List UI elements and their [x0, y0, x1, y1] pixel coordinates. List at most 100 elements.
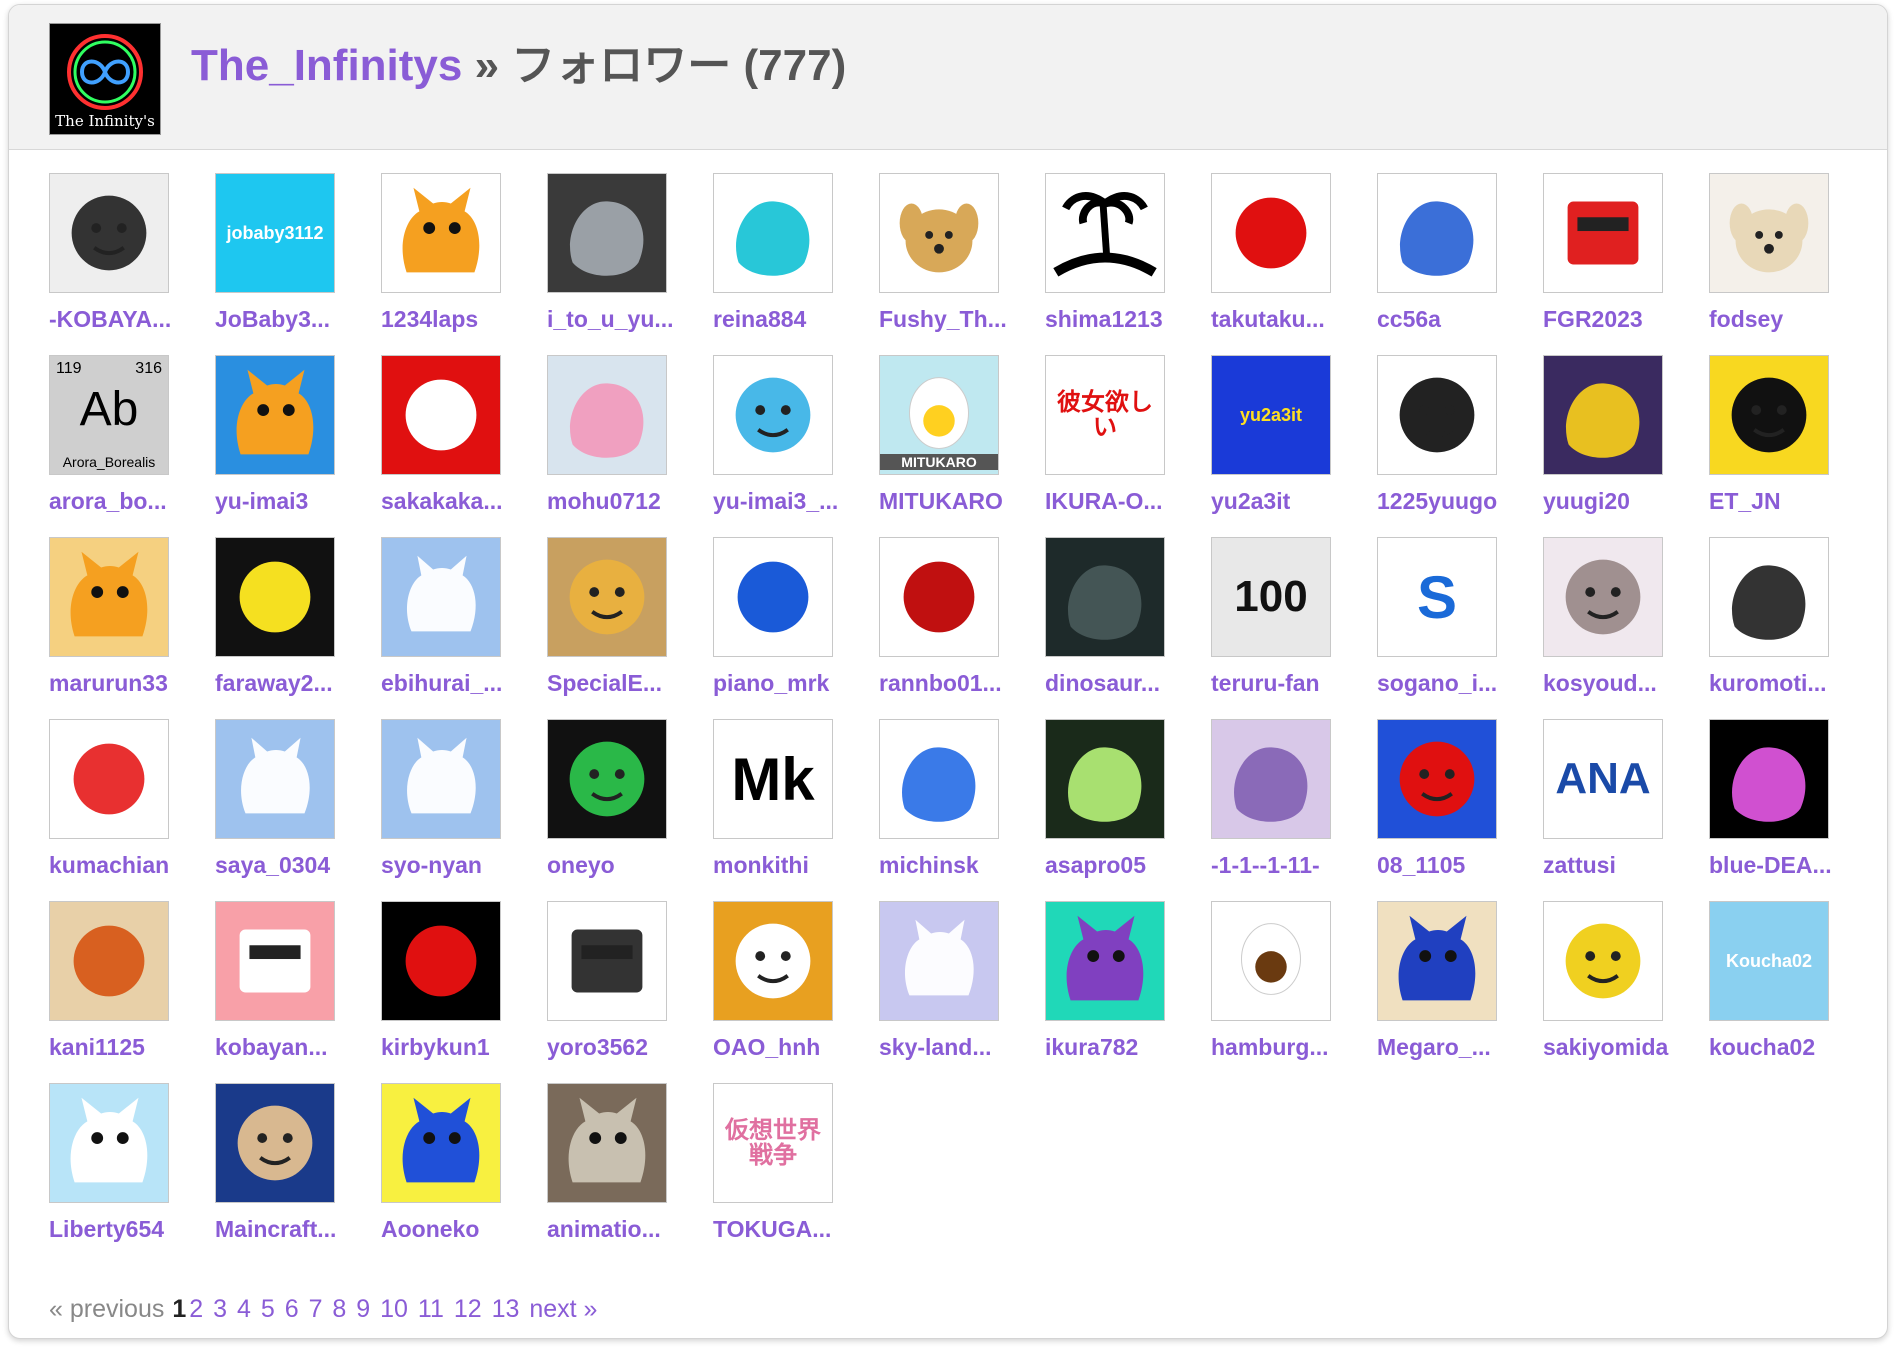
follower-username-link[interactable]: animatio...	[547, 1216, 707, 1243]
follower-username-link[interactable]: -1-1--1-11-	[1211, 852, 1371, 879]
follower-avatar[interactable]	[879, 719, 999, 839]
follower-avatar[interactable]	[547, 537, 667, 657]
follower-avatar[interactable]: 100	[1211, 537, 1331, 657]
follower-avatar[interactable]	[215, 719, 335, 839]
page-link[interactable]: 12	[454, 1295, 482, 1323]
follower-avatar[interactable]	[381, 537, 501, 657]
follower-avatar[interactable]	[1045, 719, 1165, 839]
follower-username-link[interactable]: shima1213	[1045, 306, 1205, 333]
follower-avatar[interactable]	[381, 719, 501, 839]
page-link[interactable]: 6	[285, 1295, 299, 1323]
page-link[interactable]: 13	[492, 1295, 520, 1323]
follower-username-link[interactable]: Fushy_Th...	[879, 306, 1039, 333]
follower-username-link[interactable]: arora_bo...	[49, 488, 209, 515]
follower-username-link[interactable]: kuromoti...	[1709, 670, 1869, 697]
follower-username-link[interactable]: takutaku...	[1211, 306, 1371, 333]
follower-avatar[interactable]	[879, 901, 999, 1021]
follower-username-link[interactable]: 08_1105	[1377, 852, 1537, 879]
follower-avatar[interactable]	[49, 901, 169, 1021]
follower-username-link[interactable]: i_to_u_yu...	[547, 306, 707, 333]
follower-username-link[interactable]: yu-imai3_...	[713, 488, 873, 515]
follower-username-link[interactable]: kobayan...	[215, 1034, 375, 1061]
follower-username-link[interactable]: reina884	[713, 306, 873, 333]
follower-username-link[interactable]: Megaro_...	[1377, 1034, 1537, 1061]
follower-avatar[interactable]	[215, 1083, 335, 1203]
follower-avatar[interactable]	[879, 537, 999, 657]
page-link[interactable]: 11	[418, 1295, 444, 1323]
follower-username-link[interactable]: sky-land...	[879, 1034, 1039, 1061]
page-link[interactable]: 8	[332, 1295, 346, 1323]
follower-avatar[interactable]	[713, 173, 833, 293]
follower-username-link[interactable]: michinsk	[879, 852, 1039, 879]
follower-avatar[interactable]	[1709, 355, 1829, 475]
follower-username-link[interactable]: kosyoud...	[1543, 670, 1703, 697]
follower-avatar[interactable]	[547, 901, 667, 1021]
follower-username-link[interactable]: 1225yuugo	[1377, 488, 1537, 515]
follower-username-link[interactable]: JoBaby3...	[215, 306, 375, 333]
follower-username-link[interactable]: SpecialE...	[547, 670, 707, 697]
follower-avatar[interactable]	[547, 719, 667, 839]
follower-username-link[interactable]: zattusi	[1543, 852, 1703, 879]
follower-username-link[interactable]: ebihurai_...	[381, 670, 541, 697]
follower-avatar[interactable]: Koucha02	[1709, 901, 1829, 1021]
follower-avatar[interactable]	[49, 1083, 169, 1203]
follower-username-link[interactable]: kumachian	[49, 852, 209, 879]
follower-username-link[interactable]: rannbo01...	[879, 670, 1039, 697]
user-avatar[interactable]: The Infinity's	[49, 23, 161, 135]
follower-avatar[interactable]	[1211, 173, 1331, 293]
follower-username-link[interactable]: sakakaka...	[381, 488, 541, 515]
follower-username-link[interactable]: hamburg...	[1211, 1034, 1371, 1061]
follower-avatar[interactable]: 119 316 Ab Arora_Borealis	[49, 355, 169, 475]
follower-username-link[interactable]: 1234laps	[381, 306, 541, 333]
follower-avatar[interactable]: 彼女欲しい	[1045, 355, 1165, 475]
follower-avatar[interactable]	[1211, 901, 1331, 1021]
follower-avatar[interactable]: jobaby3112	[215, 173, 335, 293]
follower-username-link[interactable]: blue-DEA...	[1709, 852, 1869, 879]
follower-username-link[interactable]: kirbykun1	[381, 1034, 541, 1061]
page-link[interactable]: 4	[237, 1295, 251, 1323]
follower-avatar[interactable]	[49, 173, 169, 293]
follower-username-link[interactable]: yu-imai3	[215, 488, 375, 515]
follower-avatar[interactable]	[1377, 901, 1497, 1021]
follower-username-link[interactable]: MITUKARO	[879, 488, 1039, 515]
follower-avatar[interactable]	[713, 355, 833, 475]
page-link[interactable]: 3	[213, 1295, 227, 1323]
page-link[interactable]: 9	[356, 1295, 370, 1323]
follower-username-link[interactable]: yu2a3it	[1211, 488, 1371, 515]
username-link[interactable]: The_Infinitys	[191, 41, 462, 90]
follower-username-link[interactable]: mohu0712	[547, 488, 707, 515]
follower-username-link[interactable]: Aooneko	[381, 1216, 541, 1243]
follower-avatar[interactable]	[1543, 537, 1663, 657]
follower-avatar[interactable]	[381, 173, 501, 293]
follower-avatar[interactable]	[1543, 355, 1663, 475]
follower-username-link[interactable]: faraway2...	[215, 670, 375, 697]
follower-username-link[interactable]: marurun33	[49, 670, 209, 697]
follower-avatar[interactable]	[215, 901, 335, 1021]
follower-avatar[interactable]	[381, 901, 501, 1021]
follower-username-link[interactable]: ET_JN	[1709, 488, 1869, 515]
follower-avatar[interactable]	[1045, 173, 1165, 293]
follower-avatar[interactable]: MITUKARO	[879, 355, 999, 475]
follower-avatar[interactable]	[1211, 719, 1331, 839]
follower-avatar[interactable]	[49, 537, 169, 657]
follower-avatar[interactable]	[1045, 537, 1165, 657]
follower-username-link[interactable]: Maincraft...	[215, 1216, 375, 1243]
follower-username-link[interactable]: piano_mrk	[713, 670, 873, 697]
follower-username-link[interactable]: yuugi20	[1543, 488, 1703, 515]
follower-avatar[interactable]	[1543, 173, 1663, 293]
follower-username-link[interactable]: sakiyomida	[1543, 1034, 1703, 1061]
follower-avatar[interactable]	[1045, 901, 1165, 1021]
follower-avatar[interactable]	[1709, 719, 1829, 839]
follower-avatar[interactable]	[49, 719, 169, 839]
follower-username-link[interactable]: kani1125	[49, 1034, 209, 1061]
follower-username-link[interactable]: ikura782	[1045, 1034, 1205, 1061]
follower-username-link[interactable]: FGR2023	[1543, 306, 1703, 333]
follower-avatar[interactable]	[1709, 173, 1829, 293]
follower-username-link[interactable]: oneyo	[547, 852, 707, 879]
follower-username-link[interactable]: Liberty654	[49, 1216, 209, 1243]
follower-username-link[interactable]: syo-nyan	[381, 852, 541, 879]
follower-username-link[interactable]: cc56a	[1377, 306, 1537, 333]
follower-avatar[interactable]	[215, 355, 335, 475]
follower-username-link[interactable]: koucha02	[1709, 1034, 1869, 1061]
follower-avatar[interactable]: ANA	[1543, 719, 1663, 839]
